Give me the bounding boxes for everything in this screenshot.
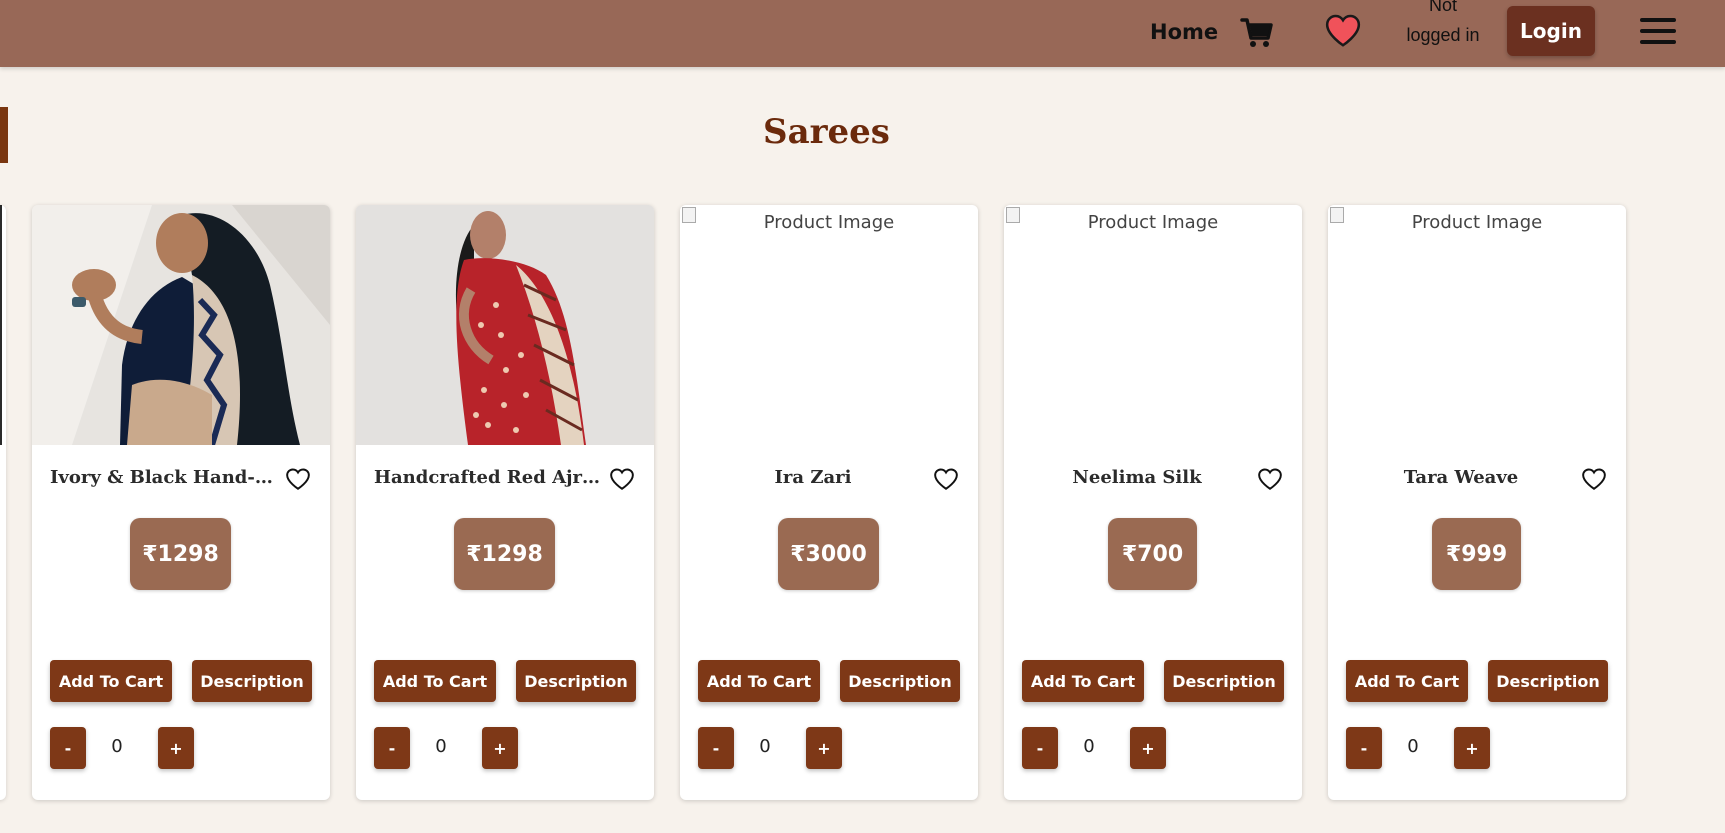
quantity-increment-button[interactable]: + [158,727,194,769]
add-to-cart-button[interactable]: Add To Cart [374,660,496,702]
wishlist-heart-outline-icon[interactable] [1581,467,1607,491]
quantity-value: 0 [435,736,447,757]
product-card: Product Image Ira Zari ₹3000 Add To Cart… [680,205,978,800]
cart-icon[interactable] [1240,14,1274,50]
wishlist-heart-outline-icon[interactable] [933,467,959,491]
wishlist-heart-icon[interactable] [1324,12,1362,50]
product-card: Handcrafted Red Ajrak C... ₹1298 Add To … [356,205,654,800]
quantity-value: 0 [1407,736,1419,757]
wishlist-heart-outline-icon[interactable] [285,467,311,491]
login-button[interactable]: Login [1507,6,1595,56]
image-alt-text: Product Image [1087,212,1219,233]
product-name: Neelima Silk [1072,467,1202,488]
price-badge: ₹3000 [778,518,879,590]
description-button[interactable]: Description [516,660,636,702]
description-button[interactable]: Description [192,660,312,702]
quantity-value: 0 [759,736,771,757]
quantity-increment-button[interactable]: + [806,727,842,769]
quantity-decrement-button[interactable]: - [374,727,410,769]
price-badge: ₹700 [1108,518,1197,590]
nav-home-link[interactable]: Home [1150,20,1218,44]
login-status-text: Not logged in [1406,0,1480,45]
quantity-decrement-button[interactable]: - [1022,727,1058,769]
quantity-decrement-button[interactable]: - [1346,727,1382,769]
quantity-decrement-button[interactable]: - [698,727,734,769]
broken-image-icon [1006,207,1020,223]
product-image-partial [0,205,2,445]
add-to-cart-button[interactable]: Add To Cart [698,660,820,702]
wishlist-heart-outline-icon[interactable] [1257,467,1283,491]
product-image-broken[interactable]: Product Image [1328,205,1626,445]
product-card: Product Image Tara Weave ₹999 Add To Car… [1328,205,1626,800]
section-title: Sarees [763,112,890,152]
product-image[interactable] [356,205,654,445]
navbar: Home Not logged in Login [0,0,1725,67]
quantity-value: 0 [111,736,123,757]
product-name: Tara Weave [1403,467,1519,488]
product-card: Ivory & Black Hand-Print... ₹1298 Add To… [32,205,330,800]
quantity-value: 0 [1083,736,1095,757]
price-badge: ₹1298 [454,518,555,590]
wishlist-heart-outline-icon[interactable] [609,467,635,491]
product-card-partial [0,205,6,800]
add-to-cart-button[interactable]: Add To Cart [1022,660,1144,702]
quantity-decrement-button[interactable]: - [50,727,86,769]
image-alt-text: Product Image [763,212,895,233]
product-card: Product Image Neelima Silk ₹700 Add To C… [1004,205,1302,800]
add-to-cart-button[interactable]: Add To Cart [50,660,172,702]
description-button[interactable]: Description [1164,660,1284,702]
product-image[interactable] [32,205,330,445]
product-name: Handcrafted Red Ajrak C... [374,467,604,488]
hamburger-menu-icon[interactable] [1640,18,1676,46]
price-badge: ₹999 [1432,518,1521,590]
broken-image-icon [682,207,696,223]
product-name: Ira Zari [774,467,852,488]
product-name: Ivory & Black Hand-Print... [50,467,280,488]
image-alt-text: Product Image [1411,212,1543,233]
description-button[interactable]: Description [840,660,960,702]
product-image-broken[interactable]: Product Image [680,205,978,445]
quantity-increment-button[interactable]: + [482,727,518,769]
broken-image-icon [1330,207,1344,223]
product-image-broken[interactable]: Product Image [1004,205,1302,445]
section-accent-bar [0,107,8,163]
description-button[interactable]: Description [1488,660,1608,702]
price-badge: ₹1298 [130,518,231,590]
add-to-cart-button[interactable]: Add To Cart [1346,660,1468,702]
quantity-increment-button[interactable]: + [1130,727,1166,769]
quantity-increment-button[interactable]: + [1454,727,1490,769]
